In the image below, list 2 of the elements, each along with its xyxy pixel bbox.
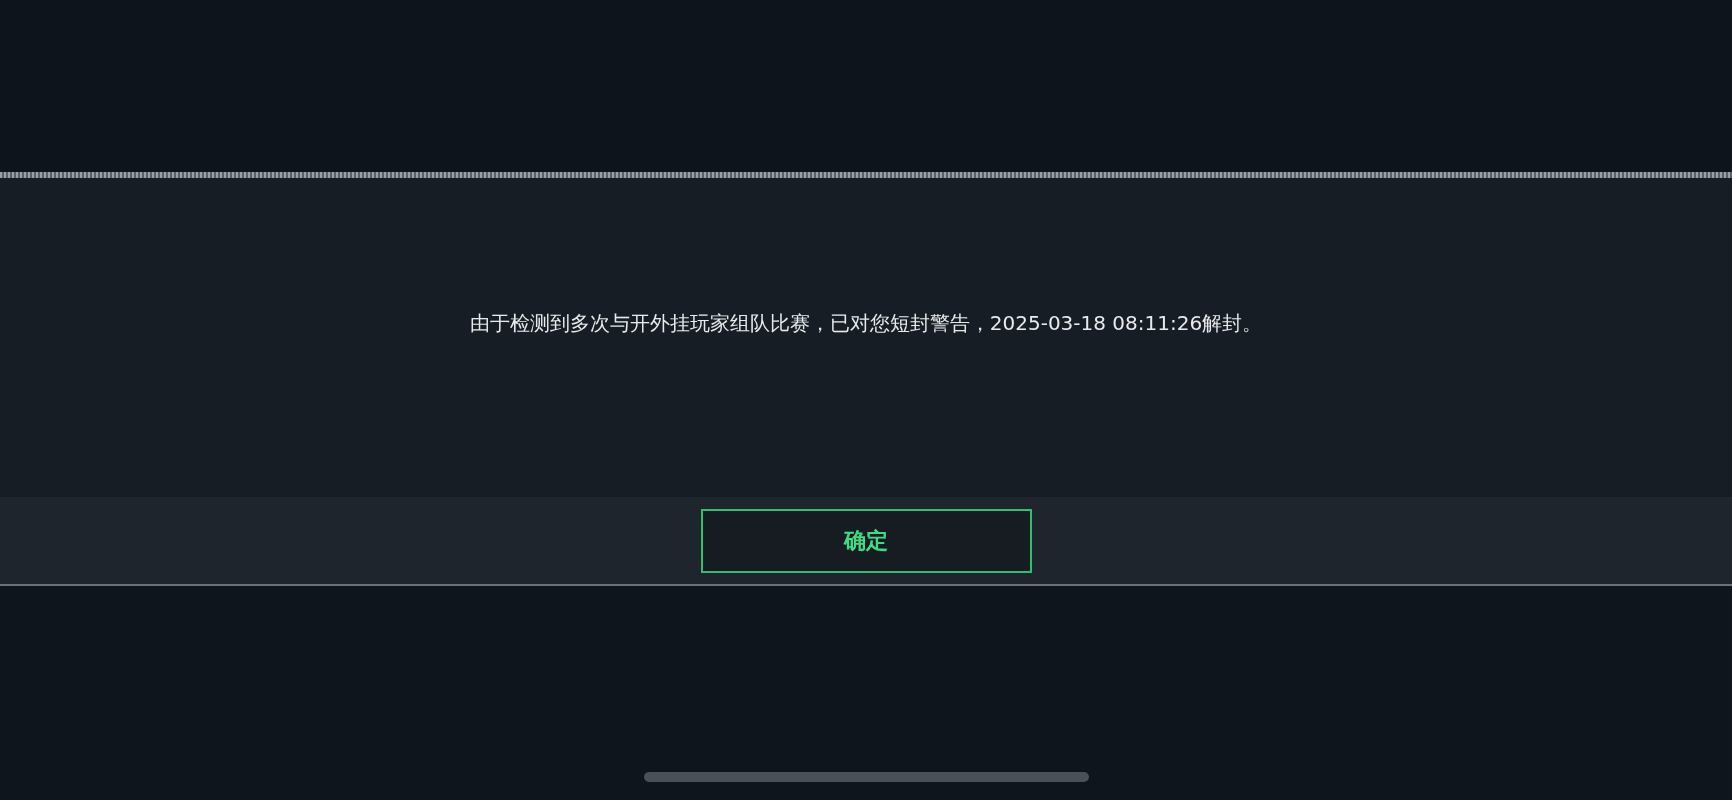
confirm-button[interactable]: 确定 [700,508,1032,573]
ban-message: 由于检测到多次与开外挂玩家组队比赛，已对您短封警告，2025-03-18 08:11:26解封。 [469,309,1263,337]
